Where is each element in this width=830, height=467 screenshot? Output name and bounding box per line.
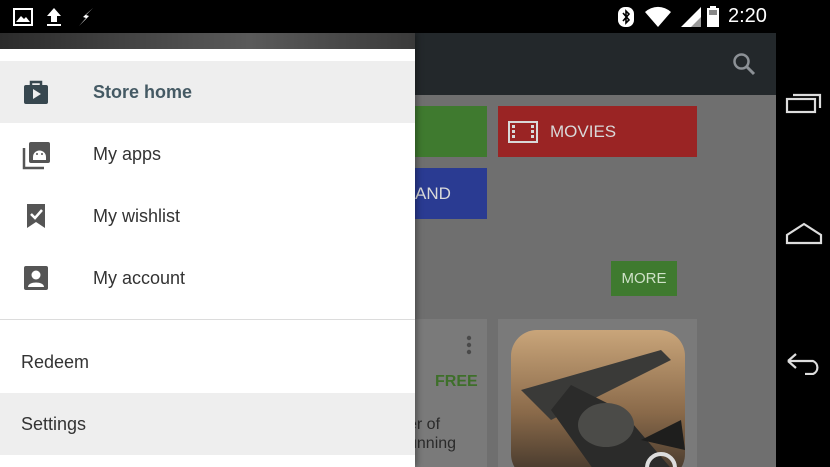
signal-icon [679, 6, 703, 28]
nav-label-my-apps: My apps [93, 143, 162, 164]
game-card[interactable] [498, 319, 697, 467]
store-bag-icon [22, 78, 50, 106]
books-label: AND [415, 183, 451, 203]
nav-item-store-home[interactable]: Store home [0, 61, 415, 123]
drawer-header-image [0, 33, 415, 49]
nav-label-store-home: Store home [93, 81, 193, 102]
wishlist-bookmark-icon [22, 202, 50, 230]
game-artwork [511, 330, 685, 467]
search-icon[interactable] [732, 52, 756, 81]
film-icon [508, 120, 538, 143]
recents-icon[interactable] [785, 88, 823, 118]
settings-label: Settings [21, 413, 87, 434]
nav-item-my-account[interactable]: My account [0, 247, 415, 309]
movies-label: MOVIES [550, 121, 617, 141]
price-label: FREE [435, 373, 478, 390]
account-icon [22, 264, 50, 292]
app-title: er of unning [408, 416, 457, 452]
home-icon[interactable] [785, 218, 823, 248]
battery-icon [706, 6, 720, 28]
status-bar: 2:20 [0, 0, 776, 33]
back-icon[interactable] [785, 347, 823, 377]
status-time: 2:20 [728, 5, 767, 27]
apps-library-icon [22, 140, 50, 170]
nav-item-my-wishlist[interactable]: My wishlist [0, 185, 415, 247]
flash-icon [77, 6, 95, 28]
system-nav-bar [776, 0, 830, 467]
menu-item-settings[interactable]: Settings [0, 393, 415, 455]
upload-icon [45, 6, 63, 28]
overflow-menu-icon[interactable] [466, 335, 472, 360]
nav-item-my-apps[interactable]: My apps [0, 123, 415, 185]
navigation-drawer: Store home My apps My wishlist My accoun… [0, 33, 415, 467]
wifi-icon [644, 6, 672, 28]
redeem-label: Redeem [21, 351, 90, 372]
nav-label-my-wishlist: My wishlist [93, 205, 181, 226]
nav-label-my-account: My account [93, 267, 186, 288]
more-button[interactable]: MORE [611, 261, 677, 296]
drawer-divider [0, 319, 415, 320]
bluetooth-icon [617, 6, 635, 28]
category-tile-movies[interactable]: MOVIES [498, 106, 697, 157]
menu-item-redeem[interactable]: Redeem [0, 331, 415, 393]
image-icon [13, 6, 33, 28]
